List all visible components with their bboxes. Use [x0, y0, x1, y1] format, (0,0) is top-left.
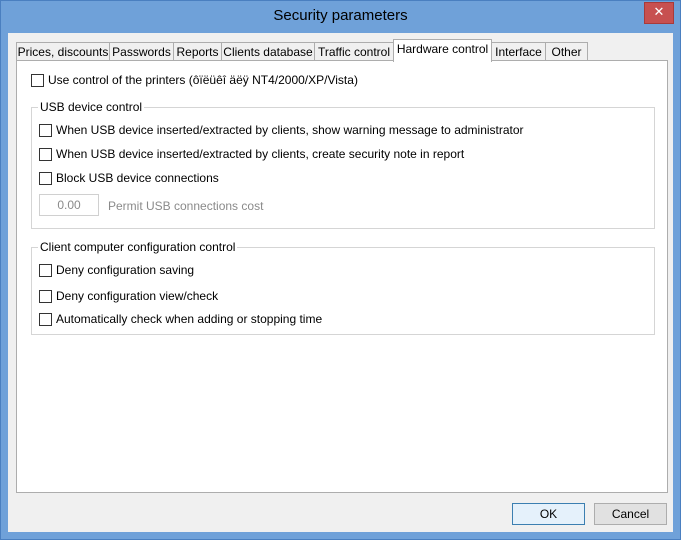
config-group-legend: Client computer configuration control: [38, 240, 238, 254]
tab-passwords[interactable]: Passwords: [109, 42, 174, 61]
usb-warning-checkbox[interactable]: When USB device inserted/extracted by cl…: [39, 123, 524, 137]
checkbox-box[interactable]: [39, 263, 52, 277]
config-control-group: Client computer configuration control De…: [31, 240, 655, 335]
usb-warning-label: When USB device inserted/extracted by cl…: [56, 123, 524, 137]
checkbox-box[interactable]: [39, 171, 52, 185]
deny-config-view-checkbox[interactable]: Deny configuration view/check: [39, 289, 218, 303]
deny-config-saving-checkbox[interactable]: Deny configuration saving: [39, 263, 194, 277]
usb-group-legend: USB device control: [38, 100, 145, 114]
checkbox-box[interactable]: [39, 289, 52, 303]
checkbox-box[interactable]: [31, 73, 44, 87]
tab-prices-discounts[interactable]: Prices, discounts: [16, 42, 110, 61]
title-bar[interactable]: Security parameters ✕: [1, 1, 680, 33]
usb-block-label: Block USB device connections: [56, 171, 219, 185]
tab-interface[interactable]: Interface: [491, 42, 546, 61]
checkbox-box[interactable]: [39, 312, 52, 326]
printers-control-label: Use control of the printers (ôïëüêî äëÿ …: [48, 73, 358, 87]
auto-check-label: Automatically check when adding or stopp…: [56, 312, 323, 326]
usb-block-checkbox[interactable]: Block USB device connections: [39, 171, 219, 185]
tab-hardware-control[interactable]: Hardware control: [393, 39, 492, 62]
window-title: Security parameters: [273, 7, 408, 24]
deny-config-saving-label: Deny configuration saving: [56, 263, 195, 277]
tab-clients-database[interactable]: Clients database: [221, 42, 315, 61]
dialog-window: Security parameters ✕ Prices, discounts …: [0, 0, 681, 540]
tab-reports[interactable]: Reports: [173, 42, 222, 61]
checkbox-box[interactable]: [39, 123, 52, 137]
auto-check-checkbox[interactable]: Automatically check when adding or stopp…: [39, 312, 322, 326]
deny-config-view-label: Deny configuration view/check: [56, 289, 219, 303]
ok-button[interactable]: OK: [512, 503, 585, 525]
usb-cost-input[interactable]: 0.00: [39, 194, 99, 216]
printers-control-checkbox[interactable]: Use control of the printers (ôïëüêî äëÿ …: [31, 73, 358, 87]
usb-report-label: When USB device inserted/extracted by cl…: [56, 147, 465, 161]
usb-cost-label: Permit USB connections cost: [108, 199, 264, 213]
usb-device-control-group: USB device control When USB device inser…: [31, 100, 655, 229]
dialog-client: Prices, discounts Passwords Reports Clie…: [8, 33, 673, 532]
close-button[interactable]: ✕: [644, 2, 674, 24]
tab-other[interactable]: Other: [545, 42, 588, 61]
close-icon: ✕: [653, 5, 665, 20]
hardware-control-panel: Use control of the printers (ôïëüêî äëÿ …: [16, 60, 668, 493]
checkbox-box[interactable]: [39, 147, 52, 161]
tab-traffic-control[interactable]: Traffic control: [314, 42, 394, 61]
cancel-button[interactable]: Cancel: [594, 503, 667, 525]
usb-report-checkbox[interactable]: When USB device inserted/extracted by cl…: [39, 147, 464, 161]
